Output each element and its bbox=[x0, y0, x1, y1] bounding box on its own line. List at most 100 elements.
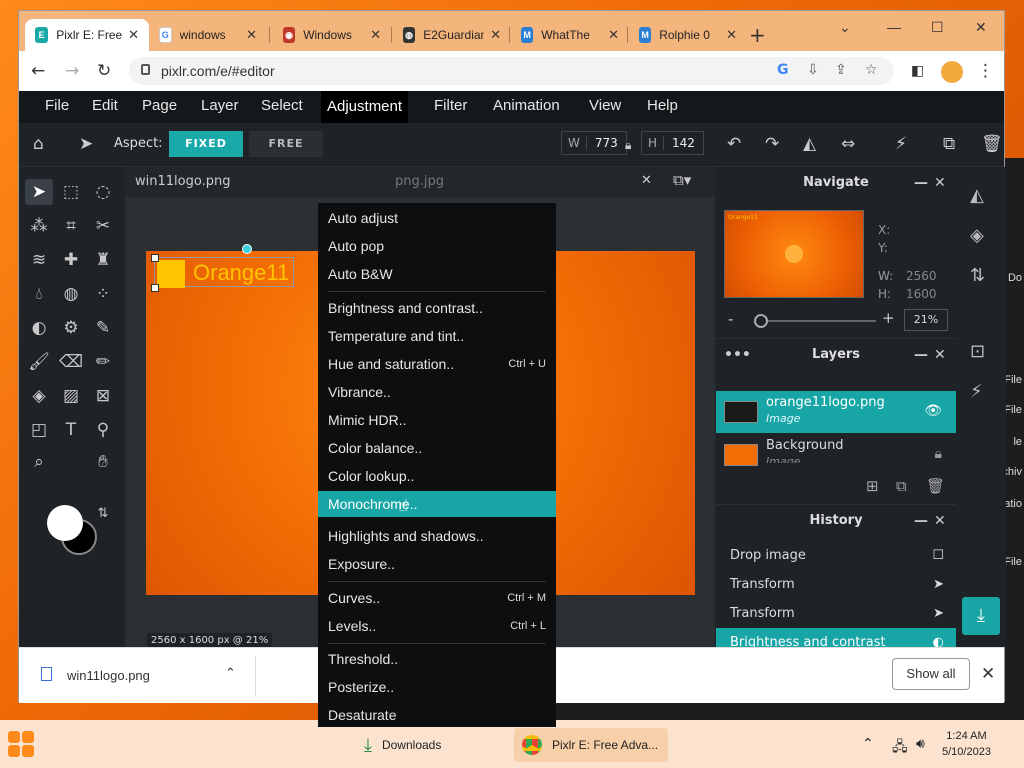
aspect-free-button[interactable]: FREE bbox=[249, 131, 323, 157]
menu-item-mimic-hdr[interactable]: Mimic HDR.. bbox=[318, 407, 556, 433]
crop-icon[interactable]: ⌗ bbox=[57, 213, 85, 239]
zoom-in-button[interactable]: + bbox=[882, 309, 895, 327]
zoom-icon[interactable]: ⌕ bbox=[25, 449, 53, 475]
clone-stamp-icon[interactable]: ♜ bbox=[89, 247, 117, 273]
menu-item-brightness-contrast[interactable]: Brightness and contrast.. bbox=[318, 295, 556, 321]
marquee-select-icon[interactable]: ⬚ bbox=[57, 179, 85, 205]
close-icon[interactable]: ✕ bbox=[370, 27, 381, 43]
arrange-tool-icon[interactable]: ➤ bbox=[25, 179, 53, 205]
install-icon[interactable]: ⇩ bbox=[807, 62, 819, 78]
tab-windows[interactable]: G windows ✕ bbox=[149, 19, 267, 51]
layer-item[interactable]: orange11logo.png Image 👁︎ bbox=[716, 391, 956, 433]
show-hidden-icons-icon[interactable]: ⌃ bbox=[862, 736, 874, 752]
magic-wand-icon[interactable]: ⁂ bbox=[25, 213, 53, 239]
lock-icon[interactable] bbox=[141, 64, 150, 75]
close-document-icon[interactable]: ✕ bbox=[641, 173, 652, 188]
lasso-icon[interactable]: ◌ bbox=[89, 179, 117, 205]
show-all-button[interactable]: Show all bbox=[892, 658, 970, 690]
menu-item-auto-pop[interactable]: Auto pop bbox=[318, 233, 556, 259]
lock-icon[interactable]: 🔒︎ bbox=[935, 446, 942, 462]
window-close-button[interactable]: ✕ bbox=[975, 19, 987, 36]
menu-item-vibrance[interactable]: Vibrance.. bbox=[318, 379, 556, 405]
close-icon[interactable]: ✕ bbox=[490, 27, 501, 43]
collapse-icon[interactable]: — bbox=[914, 505, 928, 537]
auto-icon[interactable]: ⚡ bbox=[895, 135, 907, 153]
swap-colors-icon[interactable]: ⇅ bbox=[89, 501, 117, 527]
history-item[interactable]: Drop image ☐ bbox=[716, 541, 956, 570]
fill-bucket-icon[interactable]: ◈ bbox=[25, 383, 53, 409]
menu-help[interactable]: Help bbox=[647, 97, 678, 114]
zoom-slider-handle[interactable] bbox=[754, 314, 768, 328]
view-mode-icon[interactable]: ⧉▾ bbox=[673, 171, 691, 189]
navigator-icon[interactable]: ◭ bbox=[970, 185, 984, 206]
navigator-thumbnail[interactable]: Orange11 bbox=[724, 210, 864, 298]
resize-panel-icon[interactable]: ⊡ bbox=[970, 341, 985, 362]
placeholder-image-icon[interactable]: ⊠ bbox=[89, 383, 117, 409]
side-panel-icon[interactable]: ◧ bbox=[911, 61, 924, 81]
chevron-up-icon[interactable]: ⌃ bbox=[225, 666, 236, 681]
menu-item-posterize[interactable]: Posterize.. bbox=[318, 674, 556, 700]
menu-file[interactable]: File bbox=[45, 97, 69, 114]
liquify-icon[interactable]: ≋ bbox=[25, 247, 53, 273]
flip-horizontal-icon[interactable]: ◭ bbox=[803, 135, 816, 153]
minimize-button[interactable]: — bbox=[887, 19, 901, 35]
menu-item-auto-adjust[interactable]: Auto adjust bbox=[318, 205, 556, 231]
layers-icon[interactable]: ◈ bbox=[970, 225, 984, 246]
url-text[interactable]: pixlr.com/e/#editor bbox=[161, 63, 275, 79]
dodge-burn-icon[interactable]: ◐ bbox=[25, 315, 53, 341]
menu-item-highlights-shadows[interactable]: Highlights and shadows.. bbox=[318, 523, 556, 549]
forward-button[interactable]: → bbox=[65, 61, 79, 81]
history-icon[interactable]: ⚡ bbox=[970, 381, 983, 402]
sort-icon[interactable]: ⇅ bbox=[970, 265, 985, 286]
tab-pixlr[interactable]: E Pixlr E: Free ✕ bbox=[25, 19, 149, 51]
resize-handle[interactable] bbox=[151, 284, 159, 292]
close-icon[interactable]: ✕ bbox=[934, 505, 946, 537]
close-icon[interactable]: ✕ bbox=[128, 27, 139, 43]
color-picker-icon[interactable]: ✎ bbox=[89, 315, 117, 341]
close-icon[interactable]: ✕ bbox=[726, 27, 737, 43]
menu-item-temperature-tint[interactable]: Temperature and tint.. bbox=[318, 323, 556, 349]
new-tab-button[interactable]: + bbox=[749, 25, 766, 45]
menu-filter[interactable]: Filter bbox=[434, 97, 467, 114]
menu-edit[interactable]: Edit bbox=[92, 97, 118, 114]
download-button[interactable]: ⤓ bbox=[962, 597, 1000, 635]
tab-search-icon[interactable]: ⌄ bbox=[839, 19, 851, 36]
eyedropper-icon[interactable]: ⚲ bbox=[89, 417, 117, 443]
sponge-icon[interactable]: ◍ bbox=[57, 281, 85, 307]
menu-item-auto-bw[interactable]: Auto B&W bbox=[318, 261, 556, 287]
collapse-icon[interactable]: — bbox=[914, 167, 928, 199]
hand-pan-icon[interactable]: ✋︎ bbox=[89, 449, 117, 475]
close-shelf-icon[interactable]: ✕ bbox=[981, 664, 995, 684]
maximize-button[interactable]: ☐ bbox=[931, 19, 944, 36]
share-icon[interactable]: ⇪ bbox=[835, 62, 847, 78]
aspect-fixed-button[interactable]: FIXED bbox=[169, 131, 243, 157]
back-button[interactable]: ← bbox=[31, 61, 45, 81]
document-tab-name[interactable]: win11logo.png bbox=[135, 174, 230, 189]
rotate-right-icon[interactable]: ↷ bbox=[765, 135, 779, 153]
rotate-left-icon[interactable]: ↶ bbox=[727, 135, 741, 153]
rotate-handle[interactable] bbox=[242, 244, 252, 254]
menu-adjustment[interactable]: Adjustment bbox=[321, 91, 409, 123]
tab-rolphie[interactable]: M Rolphie 0 ✕ bbox=[629, 19, 747, 51]
lock-ratio-icon[interactable]: 🔒︎ bbox=[625, 136, 631, 154]
foreground-color-swatch[interactable] bbox=[47, 505, 83, 541]
clock[interactable]: 1:24 AM 5/10/2023 bbox=[942, 728, 991, 760]
menu-item-levels[interactable]: Levels.. Ctrl + L bbox=[318, 613, 556, 639]
menu-item-color-balance[interactable]: Color balance.. bbox=[318, 435, 556, 461]
history-item[interactable]: Transform ➤ bbox=[716, 570, 956, 599]
menu-layer[interactable]: Layer bbox=[201, 97, 239, 114]
download-file-name[interactable]: win11logo.png bbox=[67, 668, 150, 683]
zoom-slider-track[interactable] bbox=[756, 320, 876, 322]
gradient-icon[interactable]: ▨ bbox=[57, 383, 85, 409]
volume-icon[interactable]: 🔊︎ bbox=[916, 736, 925, 752]
menu-item-monochrome[interactable]: Monochrome.. ☝︎ bbox=[318, 491, 556, 517]
close-icon[interactable]: ✕ bbox=[934, 339, 946, 371]
tab-windows-2[interactable]: ◉ Windows ✕ bbox=[273, 19, 391, 51]
taskbar-chrome[interactable]: Pixlr E: Free Adva... bbox=[514, 728, 668, 762]
menu-item-color-lookup[interactable]: Color lookup.. bbox=[318, 463, 556, 489]
bookmark-star-icon[interactable]: ☆ bbox=[865, 62, 878, 78]
menu-page[interactable]: Page bbox=[142, 97, 177, 114]
menu-view[interactable]: View bbox=[589, 97, 621, 114]
arrange-tool-icon[interactable]: ➤ bbox=[79, 135, 93, 153]
resize-handle[interactable] bbox=[151, 254, 159, 262]
